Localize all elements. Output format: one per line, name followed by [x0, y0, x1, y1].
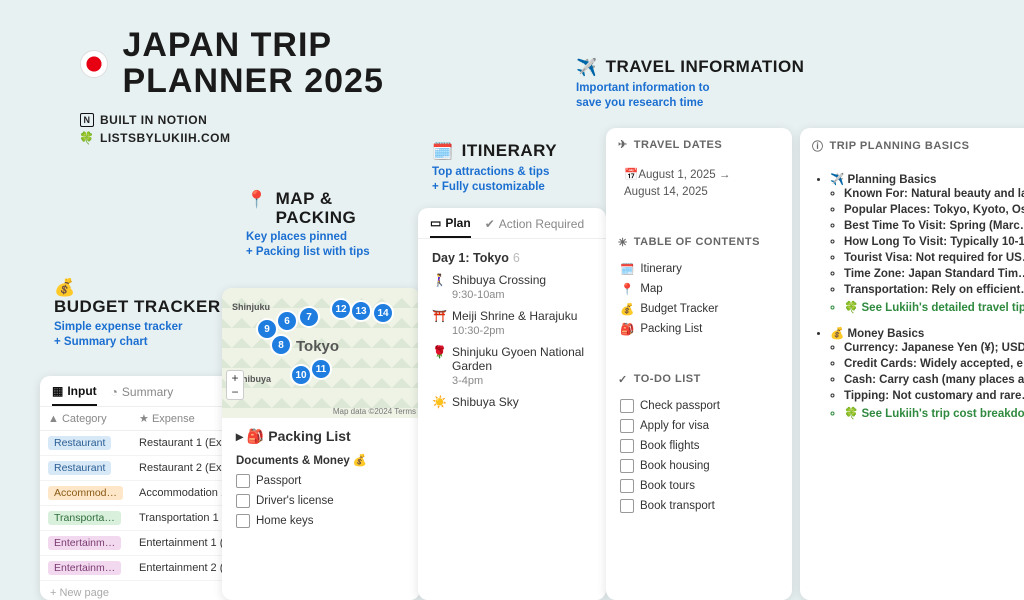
basics-item: Popular Places: Tokyo, Kyoto, Os… Hirosh… — [844, 202, 1024, 218]
budget-table: ▲ Category ★ Expense RestaurantRestauran… — [40, 407, 240, 581]
notion-icon: N — [80, 113, 94, 127]
basics-item: Tourist Visa: Not required for US… — [844, 250, 1024, 266]
packing-item[interactable]: Driver's license — [236, 491, 406, 511]
map-attribution: Map data ©2024 Terms — [333, 407, 416, 416]
toc-item[interactable]: 📍Map — [620, 279, 788, 299]
basics-item: Credit Cards: Widely accepted, e… — [844, 356, 1024, 372]
section-budget-label: 💰 BUDGET TRACKER Simple expense tracker … — [54, 278, 224, 350]
basics-group-money: 💰 Money Basics Currency: Japanese Yen (¥… — [830, 324, 1024, 424]
map-pin[interactable]: 9 — [258, 320, 276, 338]
table-row[interactable]: Entertainm…Entertainment 1 (Ex… — [40, 531, 240, 556]
toc-item[interactable]: 🎒Packing List — [620, 319, 788, 339]
map-pin[interactable]: 13 — [352, 302, 370, 320]
travel-dates: 📅August 1, 2025 → August 14, 2025 — [620, 167, 778, 202]
budget-tracker-card: ▦Input ◔Summary ▲ Category ★ Expense Res… — [40, 376, 240, 600]
todo-heading: ✓ TO-DO LIST — [606, 363, 792, 392]
packing-group: Documents & Money 💰 — [236, 453, 406, 467]
basics-tip-link[interactable]: 🍀 See Lukiih's detailed travel tips — [844, 298, 1024, 316]
table-row[interactable]: Entertainm…Entertainment 2 (Ex… — [40, 556, 240, 581]
packing-item[interactable]: Home keys — [236, 511, 406, 531]
travel-dates-heading: ✈ TRAVEL DATES — [606, 128, 792, 157]
section-itinerary-label: 🗓️ ITINERARY Top attractions & tips + Fu… — [432, 142, 622, 195]
map-pin[interactable]: 14 — [374, 304, 392, 322]
district-label: Shinjuku — [232, 302, 270, 312]
pin-icon: 📍 — [246, 190, 267, 209]
basics-item: Best Time To Visit: Spring (Marc… — [844, 218, 1024, 234]
map-pin[interactable]: 10 — [292, 366, 310, 384]
travel-info-card: ✈ TRAVEL DATES 📅August 1, 2025 → August … — [606, 128, 792, 600]
table-row[interactable]: RestaurantRestaurant 2 (Exam… — [40, 456, 240, 481]
page-title: JAPAN TRIP PLANNER 2025 — [122, 28, 383, 99]
itinerary-item[interactable]: 🚶‍♀️Shibuya Crossing9:30-10am — [432, 273, 592, 301]
trip-basics-card: ⓘ TRIP PLANNING BASICS ✈️ Planning Basic… — [800, 128, 1024, 600]
tab-plan[interactable]: ▭ Plan — [430, 216, 471, 238]
section-map-label: 📍 MAP &PACKING Key places pinned + Packi… — [246, 190, 416, 260]
site-credit: 🍀 LISTSBYLUKIIH.COM — [80, 131, 384, 145]
itinerary-item[interactable]: ☀️Shibuya Sky — [432, 395, 592, 409]
itinerary-item[interactable]: 🌹Shinjuku Gyoen National Garden3-4pm — [432, 345, 592, 387]
airplane-icon: ✈️ — [576, 58, 597, 77]
clover-icon: 🍀 — [80, 131, 94, 145]
toc-heading: ✳ TABLE OF CONTENTS — [606, 226, 792, 255]
basics-item: Known For: Natural beauty and la… tradit… — [844, 186, 1024, 202]
new-page-button[interactable]: + New page — [40, 581, 240, 600]
basics-item: How Long To Visit: Typically 10-1… — [844, 234, 1024, 250]
basics-item: Tipping: Not customary and rare… — [844, 388, 1024, 404]
table-row[interactable]: Accommod…Accommodation 1 (E… — [40, 481, 240, 506]
itinerary-card: ▭ Plan ✔ Action Required Day 1: Tokyo6 🚶… — [418, 208, 606, 600]
basics-item: Cash: Carry cash (many places a… — [844, 372, 1024, 388]
packing-item[interactable]: Passport — [236, 471, 406, 491]
toc-item[interactable]: 🗓️Itinerary — [620, 259, 788, 279]
tab-summary[interactable]: ◔Summary — [111, 384, 174, 406]
packing-list-title: ▸ 🎒 Packing List — [236, 428, 406, 445]
todo-item[interactable]: Check passport — [620, 396, 788, 416]
map-view[interactable]: Shinjuku Tokyo Shibuya 96712131481011 +−… — [222, 288, 420, 418]
basics-heading: ⓘ TRIP PLANNING BASICS — [800, 128, 1024, 160]
map-pin[interactable]: 8 — [272, 336, 290, 354]
itinerary-item[interactable]: ⛩️Meiji Shrine & Harajuku10:30-2pm — [432, 309, 592, 337]
map-pin[interactable]: 6 — [278, 312, 296, 330]
basics-item: Transportation: Rely on efficient… avail… — [844, 282, 1024, 298]
calendar-icon: 🗓️ — [432, 142, 453, 161]
tab-input[interactable]: ▦Input — [52, 384, 97, 406]
money-bag-icon: 💰 — [54, 278, 75, 297]
japan-flag-icon — [80, 50, 108, 78]
map-pin[interactable]: 7 — [300, 308, 318, 326]
col-category[interactable]: ▲ Category — [40, 407, 131, 431]
table-row[interactable]: RestaurantRestaurant 1 (Exam… — [40, 431, 240, 456]
section-travel-label: ✈️ TRAVEL INFORMATION Important informat… — [576, 58, 836, 111]
basics-tip-link-2[interactable]: 🍀 See Lukiih's trip cost breakdown — [844, 404, 1024, 422]
basics-group-planning: ✈️ Planning Basics Known For: Natural be… — [830, 170, 1024, 318]
todo-item[interactable]: Book housing — [620, 456, 788, 476]
todo-item[interactable]: Book flights — [620, 436, 788, 456]
city-label: Tokyo — [296, 338, 339, 355]
todo-item[interactable]: Apply for visa — [620, 416, 788, 436]
page-header: JAPAN TRIP PLANNER 2025 N BUILT IN NOTIO… — [80, 28, 384, 149]
built-in-notion: N BUILT IN NOTION — [80, 113, 384, 127]
map-zoom[interactable]: +− — [226, 370, 244, 400]
basics-item: Time Zone: Japan Standard Tim… — [844, 266, 1024, 282]
todo-item[interactable]: Book tours — [620, 476, 788, 496]
basics-item: Currency: Japanese Yen (¥); USD… — [844, 340, 1024, 356]
table-row[interactable]: Transporta…Transportation 1 (E… — [40, 506, 240, 531]
map-pin[interactable]: 11 — [312, 360, 330, 378]
itinerary-day-header[interactable]: Day 1: Tokyo6 — [432, 251, 592, 265]
map-packing-card: Shinjuku Tokyo Shibuya 96712131481011 +−… — [222, 288, 420, 600]
toc-item[interactable]: 💰Budget Tracker — [620, 299, 788, 319]
todo-item[interactable]: Book transport — [620, 496, 788, 516]
map-pin[interactable]: 12 — [332, 300, 350, 318]
tab-action-required[interactable]: ✔ Action Required — [485, 216, 584, 238]
